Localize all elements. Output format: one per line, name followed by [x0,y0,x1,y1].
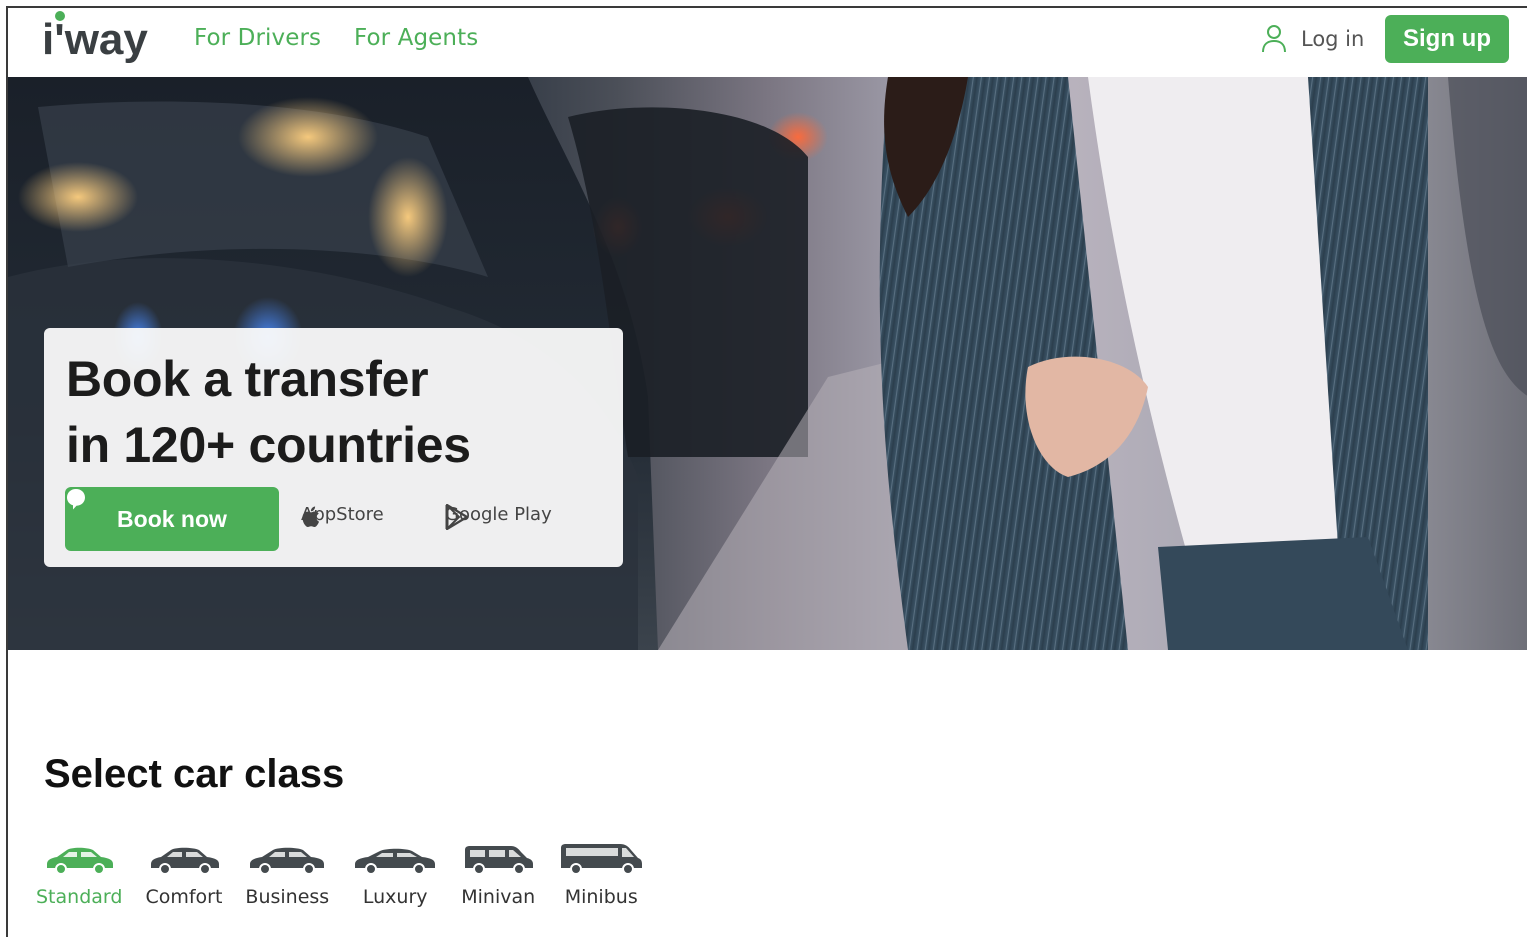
googleplay-link[interactable]: Google Play [445,504,552,530]
section-title-car-class: Select car class [44,752,345,796]
nav-for-agents[interactable]: For Agents [354,25,478,51]
car-class-label: Comfort [145,886,223,908]
login-link[interactable]: Log in [1261,24,1364,54]
book-now-label: Book now [117,505,227,532]
minivan-icon [465,846,534,875]
page-frame: i'way For Drivers For Agents Log in Sign… [6,6,1527,937]
hero-title-line2: in 120+ countries [66,417,471,473]
car-class-label: Business [245,886,330,908]
login-label: Log in [1301,27,1365,51]
car-class-minibus[interactable]: Minibus [558,842,644,908]
sedan-icon [250,847,325,875]
sedan-icon [355,848,436,875]
hero-title-line1: Book a transfer [66,351,429,407]
car-class-comfort[interactable]: Comfort [145,842,222,908]
car-class-label: Luxury [362,886,428,908]
appstore-link[interactable]: AppStore [301,504,384,528]
hero-title: Book a transfer in 120+ countries [66,346,606,478]
sedan-icon [150,847,219,875]
minibus-icon [561,844,643,875]
google-play-icon [445,504,469,530]
car-class-luxury[interactable]: Luxury [352,842,438,908]
car-class-minivan[interactable]: Minivan [461,842,535,908]
site-header: i'way For Drivers For Agents Log in Sign… [8,8,1527,77]
car-class-label: Minivan [461,886,536,908]
car-class-label: Minibus [564,886,638,908]
book-now-button[interactable]: Book now [65,487,279,551]
car-class-label: Standard [36,886,123,908]
sedan-icon [47,847,114,875]
car-class-standard[interactable]: Standard [36,842,122,908]
iway-logo[interactable]: i'way [42,10,154,66]
car-class-business[interactable]: Business [245,842,329,908]
logo-text: i'way [42,15,148,64]
chat-bubble-icon [67,489,85,510]
apple-icon [302,506,319,528]
hero-card: Book a transfer in 120+ countries Book n… [44,328,623,567]
user-icon [1262,25,1286,53]
hero-banner: Book a transfer in 120+ countries Book n… [8,77,1527,650]
car-class-list: Standard Comfort Business Luxury Minivan… [36,842,667,908]
signup-button[interactable]: Sign up [1385,15,1509,63]
nav-for-drivers[interactable]: For Drivers [194,25,321,51]
